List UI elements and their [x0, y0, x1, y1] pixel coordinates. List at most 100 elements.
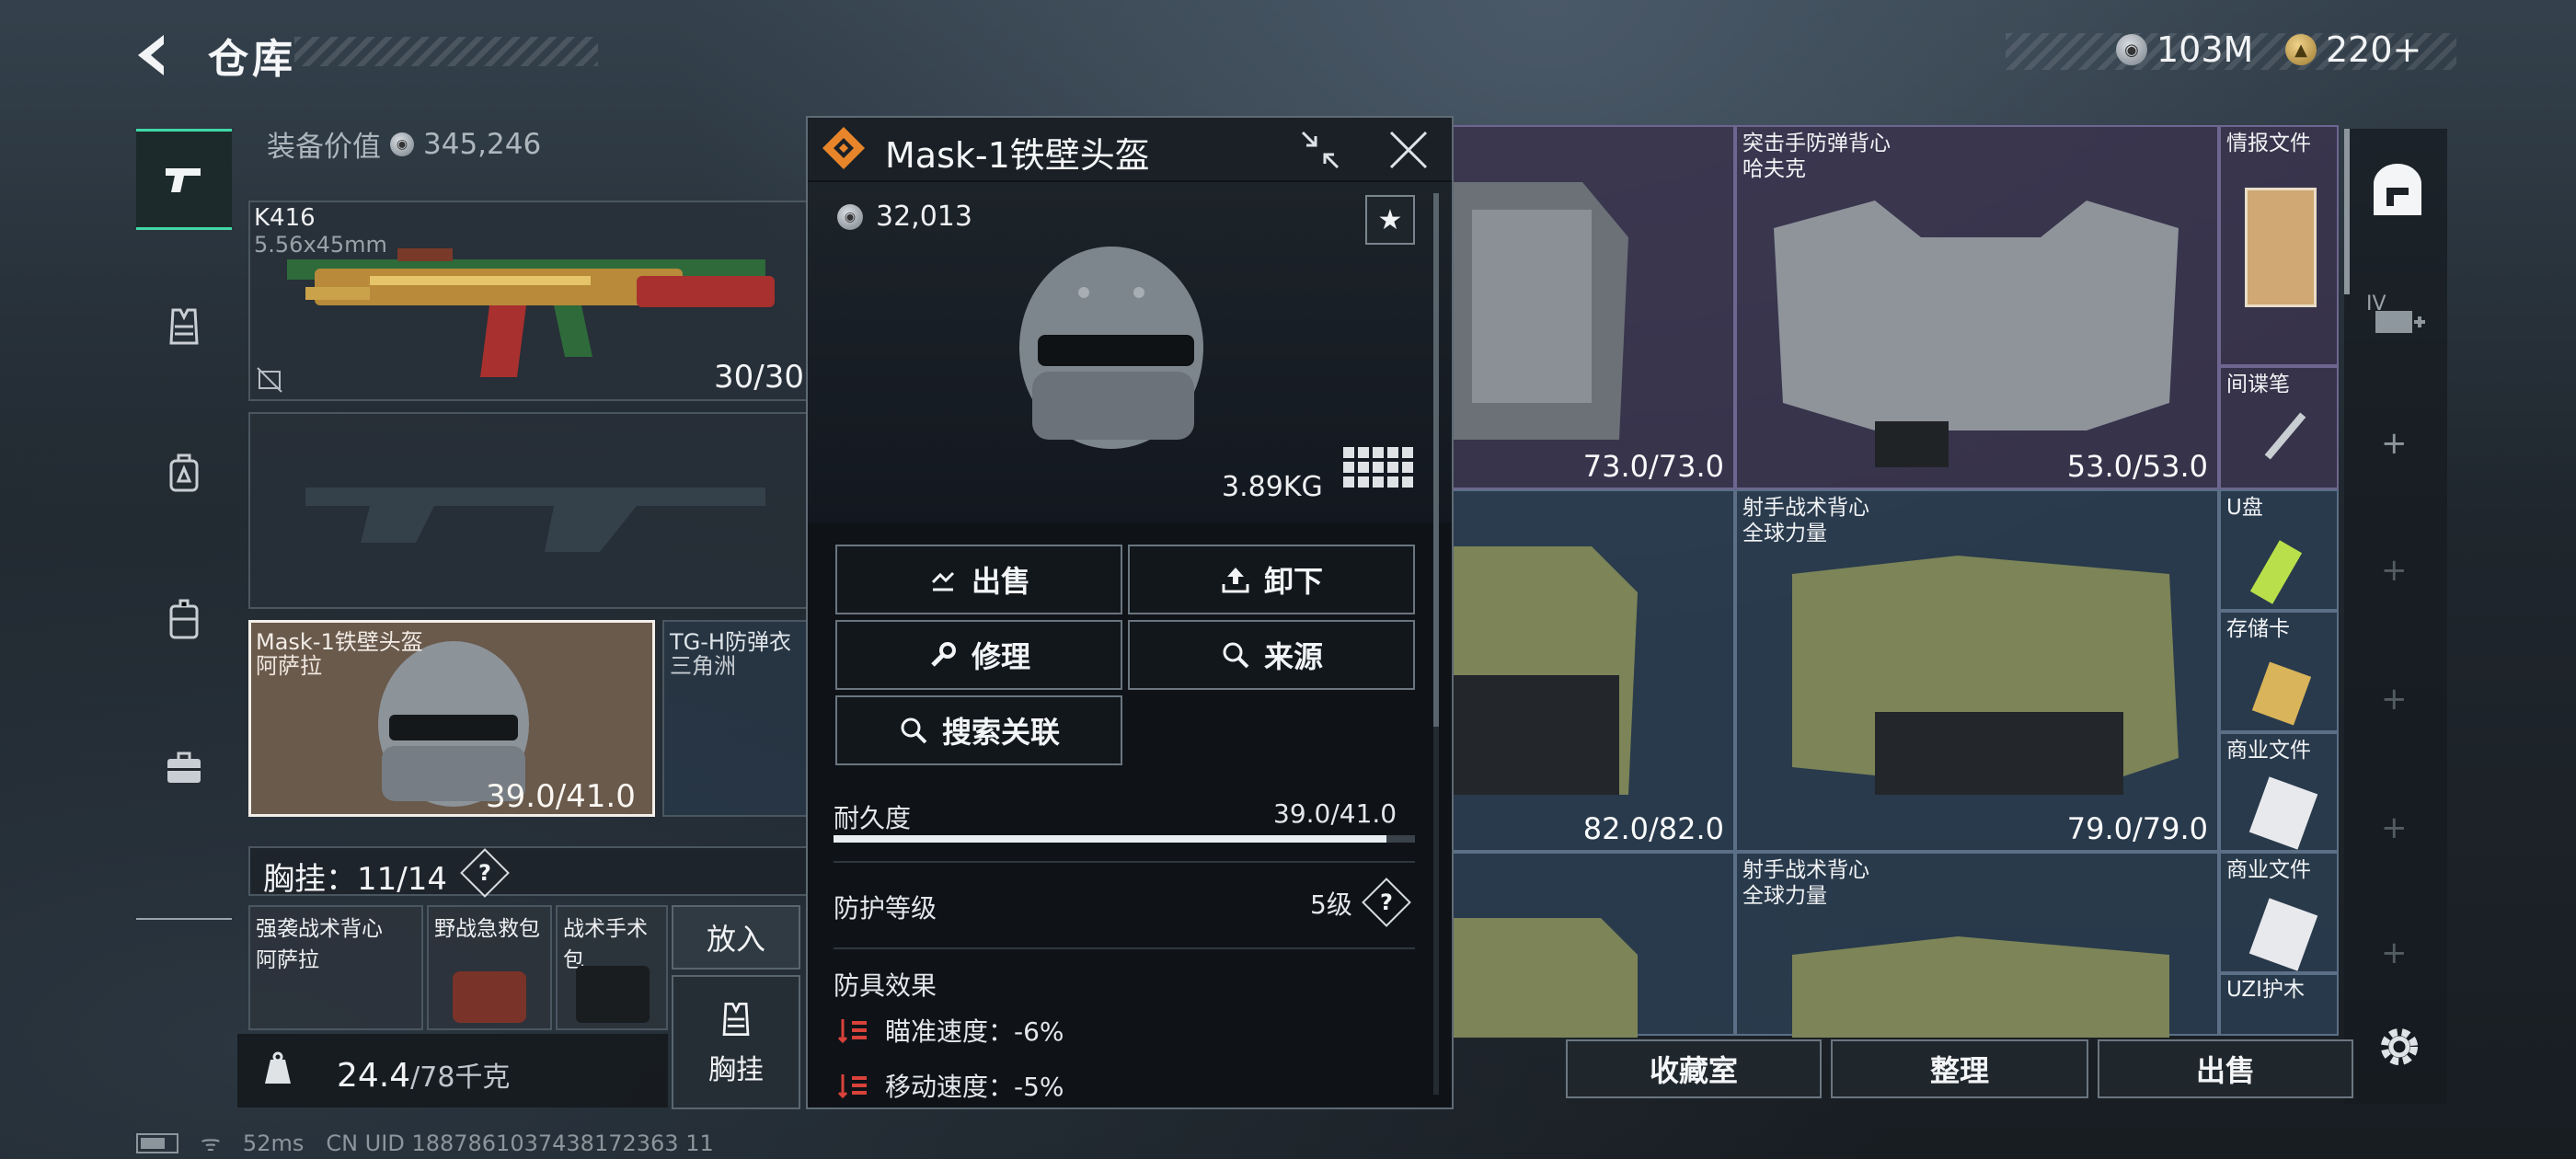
storage-item[interactable]: 情报文件 [2219, 125, 2339, 366]
rail-vest[interactable] [136, 276, 232, 377]
safe-box-icon[interactable] [2368, 162, 2427, 221]
divider [834, 861, 1415, 863]
storage-item[interactable]: 突击手防弹背心 哈夫克 53.0/53.0 [1735, 125, 2219, 489]
sell-button[interactable]: 出售 [835, 545, 1122, 614]
vest-image [1774, 201, 2179, 467]
storage-item[interactable] [1452, 852, 1735, 1038]
storage-item[interactable]: 商业文件 [2219, 852, 2339, 973]
rail-container[interactable] [136, 570, 232, 671]
battery-icon [136, 1132, 178, 1153]
vest-image [1454, 182, 1628, 440]
storage-item[interactable]: 间谍笔 [2219, 366, 2339, 489]
popup-value: ◉ 32,013 [837, 201, 972, 233]
sub-item-slot[interactable]: 战术手术包 [556, 905, 668, 1030]
rail-case[interactable] [136, 717, 232, 819]
sell-all-button[interactable]: 出售 [2098, 1039, 2353, 1098]
sub-item-map: 阿萨拉 [256, 948, 319, 972]
divider [834, 947, 1415, 949]
debuff-icon [837, 1019, 867, 1044]
surgery-kit-image [576, 966, 650, 1023]
sell-icon [931, 571, 955, 591]
storage-item[interactable]: UZI护木 [2219, 973, 2339, 1036]
wifi-icon: ᯤ [201, 1130, 221, 1156]
popup-scroll-thumb[interactable] [1433, 193, 1439, 727]
effect-label: 移动速度：-5% [885, 1072, 1064, 1102]
gear-icon[interactable] [2372, 1019, 2427, 1074]
storage-item[interactable]: 射手战术背心 全球力量 79.0/79.0 [1735, 489, 2219, 852]
item-durability: 79.0/79.0 [2066, 811, 2208, 846]
gold-amount: 220+ [2326, 29, 2422, 70]
page-title: 仓库 [208, 36, 296, 83]
back-arrow-icon[interactable] [129, 28, 184, 83]
add-tab-icon[interactable]: + [2381, 935, 2408, 971]
collection-room-button[interactable]: 收藏室 [1566, 1039, 1822, 1098]
rail-weapons[interactable] [136, 129, 232, 230]
storage-item[interactable]: U盘 [2219, 489, 2339, 611]
add-tab-icon[interactable]: + [2381, 681, 2408, 717]
add-tab-icon[interactable]: + [2381, 552, 2408, 589]
weight-text: 24.4/78千克 [337, 1054, 510, 1095]
chest-rig-label: 胸挂：11/14 [263, 861, 447, 898]
repair-button[interactable]: 修理 [835, 620, 1122, 690]
sub-item-name: 强袭战术背心 [256, 917, 383, 941]
document-image [2248, 898, 2318, 971]
silver-coin-icon: ◉ [837, 203, 863, 230]
wrench-icon [931, 642, 956, 667]
unload-button[interactable]: 卸下 [1128, 545, 1415, 614]
source-button[interactable]: 来源 [1128, 620, 1415, 690]
durability-fill [834, 835, 1387, 843]
item-name: 商业文件 [2226, 858, 2311, 882]
item-name: 情报文件 [2226, 132, 2311, 155]
sub-item-slot[interactable]: 强袭战术背心 阿萨拉 [248, 905, 423, 1030]
sell-button-label: 出售 [971, 564, 1030, 599]
rarity-icon [821, 125, 867, 171]
title-decoration [294, 37, 598, 66]
organize-button[interactable]: 整理 [1831, 1039, 2088, 1098]
uid: CN UID 1887861037438172363 11 [326, 1130, 714, 1156]
unload-button-label: 卸下 [1263, 564, 1323, 599]
empty-rifle-silhouette [305, 488, 765, 552]
item-map: 哈夫克 [1742, 157, 1806, 181]
add-tab-icon[interactable]: + [2381, 425, 2408, 462]
collapse-icon[interactable] [1299, 129, 1341, 171]
storage-item[interactable]: 82.0/82.0 [1452, 489, 1735, 852]
sub-item-name: 野战急救包 [434, 917, 540, 941]
helmet-durability: 39.0/41.0 [486, 778, 636, 815]
durability-label: 耐久度 [834, 803, 912, 833]
debuff-icon [837, 1074, 867, 1099]
expand-storage-icon[interactable] [2372, 296, 2427, 342]
item-durability: 82.0/82.0 [1582, 811, 1724, 846]
storage-item[interactable]: 商业文件 [2219, 732, 2339, 852]
item-durability: 73.0/73.0 [1582, 449, 1724, 484]
tab-scrollbar[interactable] [2344, 129, 2350, 294]
silver-currency[interactable]: ◉ 103M [2116, 29, 2253, 70]
chest-rig-button[interactable]: 胸挂 [672, 975, 800, 1109]
equip-value: 装备价值 ◉ 345,246 [267, 123, 541, 165]
sub-item-slot[interactable]: 野战急救包 [427, 905, 552, 1030]
silver-coin-icon: ◉ [2116, 34, 2147, 65]
storage-item[interactable]: 射手战术背心 全球力量 [1735, 852, 2219, 1038]
helmet-map: 阿萨拉 [256, 653, 322, 679]
effect-row: 瞄准速度：-6% [837, 1012, 1064, 1049]
case-icon [167, 752, 201, 783]
secondary-weapon-slot[interactable] [248, 412, 810, 609]
storage-item[interactable]: 存储卡 [2219, 611, 2339, 732]
storage-item[interactable]: 73.0/73.0 [1452, 125, 1735, 489]
search-related-button[interactable]: 搜索关联 [835, 695, 1122, 765]
gold-currency[interactable]: ▲ 220+ [2285, 29, 2421, 70]
file-image [2245, 188, 2317, 307]
favorite-star-icon[interactable]: ★ [1365, 195, 1415, 245]
popup-value-amount: 32,013 [876, 201, 972, 233]
close-icon[interactable] [1387, 129, 1430, 171]
put-in-button[interactable]: 放入 [672, 905, 800, 970]
rail-backpack[interactable] [136, 423, 232, 524]
usb-image [2249, 540, 2303, 604]
add-tab-icon[interactable]: + [2381, 809, 2408, 846]
equip-value-label: 装备价值 [267, 131, 381, 164]
effect-row: 移动速度：-5% [837, 1067, 1064, 1104]
chest-rig-button-label: 胸挂 [708, 1054, 764, 1086]
search-related-button-label: 搜索关联 [941, 715, 1060, 750]
source-button-label: 来源 [1263, 639, 1323, 674]
armor-map: 三角洲 [670, 653, 736, 679]
equip-value-amount: 345,246 [423, 127, 542, 161]
